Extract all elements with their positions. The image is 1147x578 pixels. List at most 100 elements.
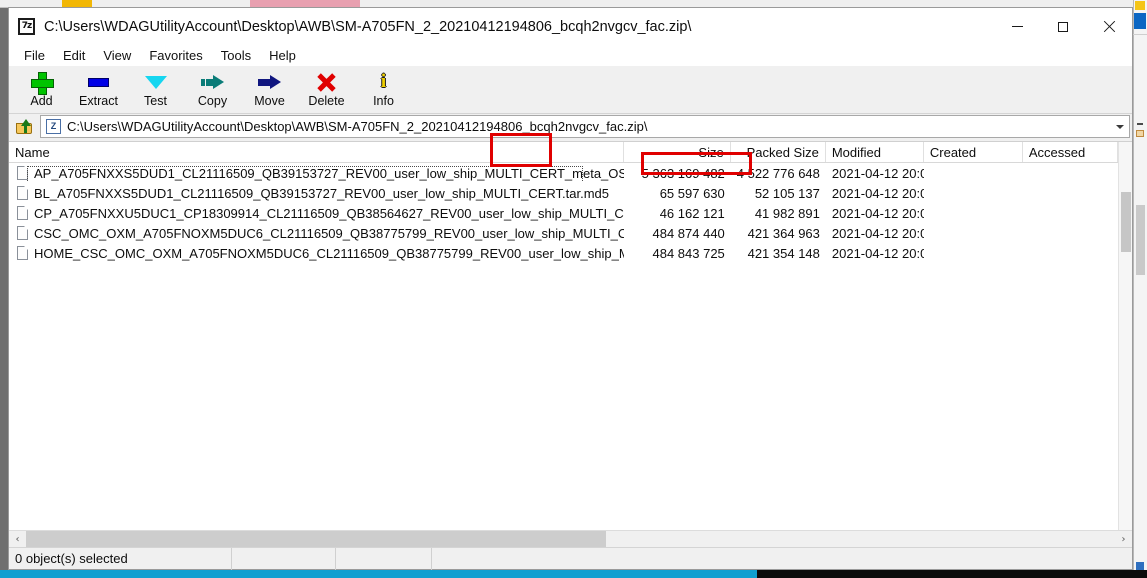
delete-button-label: Delete	[308, 94, 345, 108]
file-list-panel: Name Size Packed Size Modified Created A…	[9, 141, 1132, 547]
menu-item-favorites[interactable]: Favorites	[140, 47, 211, 64]
cell-packed-size: 421 364 963	[747, 225, 820, 241]
taskbar-accent	[0, 570, 757, 578]
plus-icon	[31, 71, 54, 95]
file-icon	[17, 206, 28, 220]
column-header-row: Name Size Packed Size Modified Created A…	[9, 142, 1118, 163]
add-button[interactable]: Add	[13, 68, 70, 112]
delete-button[interactable]: Delete	[298, 68, 355, 112]
title-bar: 7z C:\Users\WDAGUtilityAccount\Desktop\A…	[9, 8, 1132, 45]
horizontal-scrollbar-track[interactable]	[26, 531, 1115, 547]
scroll-right-icon[interactable]: ›	[1115, 531, 1132, 547]
info-button[interactable]: i Info	[355, 68, 412, 112]
column-header-accessed[interactable]: Accessed	[1023, 142, 1118, 162]
column-header-size[interactable]: Size	[624, 142, 731, 162]
background-icon-line	[1137, 123, 1143, 125]
taskbar	[0, 570, 1147, 578]
cell-name[interactable]: CSC_OMC_OXM_A705FNOXM5DUC6_CL21116509_QB…	[9, 226, 624, 241]
horizontal-scrollbar[interactable]: ‹ ›	[9, 530, 1132, 547]
path-combobox[interactable]: Z C:\Users\WDAGUtilityAccount\Desktop\AW…	[40, 115, 1130, 138]
horizontal-scrollbar-thumb[interactable]	[26, 531, 606, 547]
extract-button-label: Extract	[79, 94, 118, 108]
cell-packed-size: 421 354 148	[747, 245, 820, 261]
cell-name-text: CP_A705FNXXU5DUC1_CP18309914_CL21116509_…	[34, 205, 624, 221]
move-button-label: Move	[254, 94, 285, 108]
chevron-down-icon	[144, 71, 167, 93]
file-icon	[17, 226, 28, 240]
up-folder-icon	[16, 118, 32, 134]
copy-button[interactable]: Copy	[184, 68, 241, 112]
status-panel-2	[231, 547, 335, 570]
info-i-icon: i	[380, 71, 387, 92]
menu-item-file[interactable]: File	[15, 47, 54, 64]
cell-name-text: HOME_CSC_OMC_OXM_A705FNOXM5DUC6_CL211165…	[34, 245, 624, 261]
close-icon	[1103, 21, 1115, 33]
test-button[interactable]: Test	[127, 68, 184, 112]
background-window-right-edge	[1133, 0, 1147, 578]
file-icon	[17, 246, 28, 260]
cell-packed-size: 52 105 137	[754, 185, 820, 201]
menu-item-help[interactable]: Help	[260, 47, 305, 64]
minimize-button[interactable]	[994, 8, 1040, 45]
cell-name[interactable]: BL_A705FNXXS5DUD1_CL21116509_QB39153727_…	[9, 186, 624, 201]
column-header-packed-size[interactable]: Packed Size	[731, 142, 826, 162]
cell-size: 5 363 169 482	[641, 165, 725, 181]
cell-modified: 2021-04-12 20:06	[831, 225, 924, 241]
cell-name-text: AP_A705FNXXS5DUD1_CL21116509_QB39153727_…	[34, 165, 625, 181]
menu-bar: File Edit View Favorites Tools Help	[9, 45, 1132, 66]
file-icon	[17, 186, 28, 200]
menu-item-edit[interactable]: Edit	[54, 47, 94, 64]
status-bar: 0 object(s) selected	[9, 547, 1132, 570]
background-icon-yellow	[1135, 1, 1145, 10]
up-one-level-button[interactable]	[11, 115, 37, 138]
table-row[interactable]: AP_A705FNXXS5DUD1_CL21116509_QB39153727_…	[9, 163, 1118, 183]
vertical-scrollbar[interactable]	[1118, 142, 1132, 530]
file-rows: AP_A705FNXXS5DUD1_CL21116509_QB39153727_…	[9, 163, 1118, 530]
cell-packed-size: 4 522 776 648	[736, 165, 820, 181]
info-button-label: Info	[373, 94, 394, 108]
menu-item-view[interactable]: View	[94, 47, 140, 64]
copy-button-label: Copy	[197, 94, 228, 108]
cell-modified: 2021-04-12 20:00	[831, 165, 924, 181]
background-icon-folder	[1136, 130, 1144, 137]
scroll-left-icon[interactable]: ‹	[9, 531, 26, 547]
path-dropdown-button[interactable]	[1111, 116, 1129, 137]
cell-size: 484 874 440	[652, 225, 725, 241]
background-tab-grey	[420, 0, 570, 7]
maximize-button[interactable]	[1040, 8, 1086, 45]
column-header-modified[interactable]: Modified	[826, 142, 924, 162]
file-list-columns: Name Size Packed Size Modified Created A…	[9, 142, 1118, 530]
close-button[interactable]	[1086, 8, 1132, 45]
status-panel-4	[431, 547, 1132, 570]
cell-name-text: CSC_OMC_OXM_A705FNOXM5DUC6_CL21116509_QB…	[34, 225, 625, 241]
test-button-label: Test	[144, 94, 167, 108]
table-row[interactable]: CP_A705FNXXU5DUC1_CP18309914_CL21116509_…	[9, 203, 1118, 223]
background-tab-orange	[62, 0, 92, 7]
cell-packed-size: 41 982 891	[754, 205, 820, 221]
background-icon-blue	[1134, 13, 1146, 29]
archive-icon: Z	[46, 119, 61, 134]
column-header-created[interactable]: Created	[924, 142, 1023, 162]
cell-name[interactable]: AP_A705FNXXS5DUD1_CL21116509_QB39153727_…	[9, 165, 625, 181]
table-row[interactable]: HOME_CSC_OMC_OXM_A705FNOXM5DUC6_CL211165…	[9, 243, 1118, 263]
cell-name[interactable]: HOME_CSC_OMC_OXM_A705FNOXM5DUC6_CL211165…	[9, 246, 624, 261]
status-selection: 0 object(s) selected	[15, 551, 128, 566]
move-button[interactable]: Move	[241, 68, 298, 112]
cell-size: 65 597 630	[659, 185, 725, 201]
table-row[interactable]: CSC_OMC_OXM_A705FNOXM5DUC6_CL21116509_QB…	[9, 223, 1118, 243]
menu-item-tools[interactable]: Tools	[212, 47, 260, 64]
table-row[interactable]: BL_A705FNXXS5DUD1_CL21116509_QB39153727_…	[9, 183, 1118, 203]
cell-modified: 2021-04-12 20:06	[831, 205, 924, 221]
chevron-down-icon	[1116, 124, 1124, 129]
extract-button[interactable]: Extract	[70, 68, 127, 112]
column-header-name[interactable]: Name	[9, 142, 624, 162]
cell-modified: 2021-04-12 20:00	[831, 185, 924, 201]
add-button-label: Add	[30, 94, 53, 108]
cell-name[interactable]: CP_A705FNXXU5DUC1_CP18309914_CL21116509_…	[9, 206, 624, 221]
toolbar: Add Extract Test Copy Move Delete i Info	[9, 66, 1132, 114]
app-icon: 7z	[18, 18, 35, 35]
cell-name-text: BL_A705FNXXS5DUD1_CL21116509_QB39153727_…	[34, 185, 609, 201]
status-panel-3	[335, 547, 431, 570]
background-divider	[1133, 34, 1147, 35]
vertical-scrollbar-thumb[interactable]	[1120, 192, 1131, 252]
